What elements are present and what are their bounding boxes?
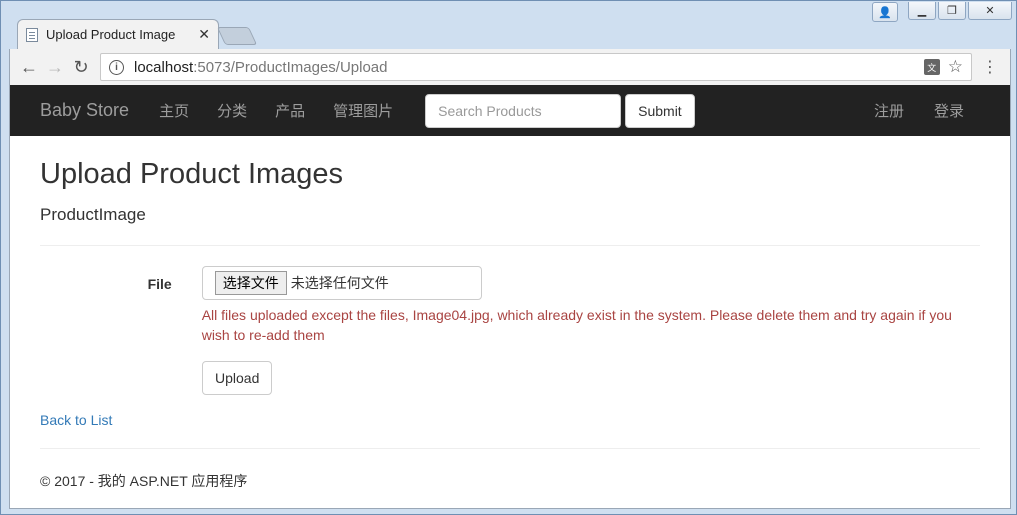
nav-link-login[interactable]: 登录 <box>934 100 964 121</box>
page-favicon-icon <box>26 27 38 42</box>
footer-text: © 2017 - 我的 ASP.NET 应用程序 <box>40 473 248 489</box>
forward-arrow-icon[interactable]: → <box>42 54 68 80</box>
page-subtitle: ProductImage <box>40 205 146 224</box>
nav-right: 注册 登录 <box>844 100 980 121</box>
bookmark-star-icon[interactable]: ☆ <box>948 57 963 77</box>
page-title: Upload Product Images <box>40 158 344 190</box>
file-status: 未选择任何文件 <box>290 275 389 291</box>
back-to-list-link[interactable]: Back to List <box>40 412 980 428</box>
site-navbar: Baby Store 主页 分类 产品 管理图片 Submit 注册 登录 <box>10 85 1010 136</box>
nav-link-manage-images[interactable]: 管理图片 <box>333 100 393 121</box>
file-field: 选择文件 未选择任何文件 All files uploaded except t… <box>201 266 980 345</box>
file-input[interactable]: 选择文件 未选择任何文件 <box>201 266 482 300</box>
translate-icon[interactable]: 文 <box>923 59 940 75</box>
brand-link[interactable]: Baby Store <box>40 100 129 121</box>
back-arrow-icon[interactable]: ← <box>16 54 42 80</box>
address-bar[interactable]: i localhost:5073/ProductImages/Upload 文 … <box>100 53 972 81</box>
upload-button[interactable]: Upload <box>202 361 273 395</box>
main-content: Upload Product Images ProductImage File … <box>10 158 1010 491</box>
upload-error-message: All files uploaded except the files, Ima… <box>201 307 952 343</box>
tab-strip: Upload Product Image ✕ <box>9 17 1009 49</box>
choose-file-button[interactable]: 选择文件 <box>214 271 287 295</box>
nav-link-home[interactable]: 主页 <box>159 100 189 121</box>
nav-link-categories[interactable]: 分类 <box>217 100 247 121</box>
browser-window: 👤 ▁ ❐ ✕ Upload Product Image ✕ ← → ↻ i l… <box>0 0 1017 515</box>
search-input[interactable] <box>425 93 622 128</box>
site-info-icon[interactable]: i <box>109 59 124 75</box>
browser-menu-icon[interactable]: ⋮ <box>980 57 1000 77</box>
divider <box>40 245 980 246</box>
browser-tab[interactable]: Upload Product Image ✕ <box>17 19 219 49</box>
footer-divider <box>40 448 980 449</box>
reload-icon[interactable]: ↻ <box>68 54 94 80</box>
file-label: File <box>147 276 172 292</box>
url-path: :5073/ProductImages/Upload <box>193 58 388 76</box>
web-page: Baby Store 主页 分类 产品 管理图片 Submit 注册 登录 Up… <box>9 85 1011 509</box>
nav-link-register[interactable]: 注册 <box>874 100 904 121</box>
new-tab-button[interactable] <box>216 27 258 45</box>
file-form-group: File 选择文件 未选择任何文件 All files uploaded exc… <box>40 266 980 345</box>
browser-toolbar: ← → ↻ i localhost:5073/ProductImages/Upl… <box>9 49 1011 85</box>
nav-link-products[interactable]: 产品 <box>275 100 305 121</box>
search-submit-button[interactable]: Submit <box>625 93 695 128</box>
tab-close-icon[interactable]: ✕ <box>198 26 210 43</box>
url-host: localhost <box>134 58 194 76</box>
tab-title: Upload Product Image <box>46 27 176 42</box>
